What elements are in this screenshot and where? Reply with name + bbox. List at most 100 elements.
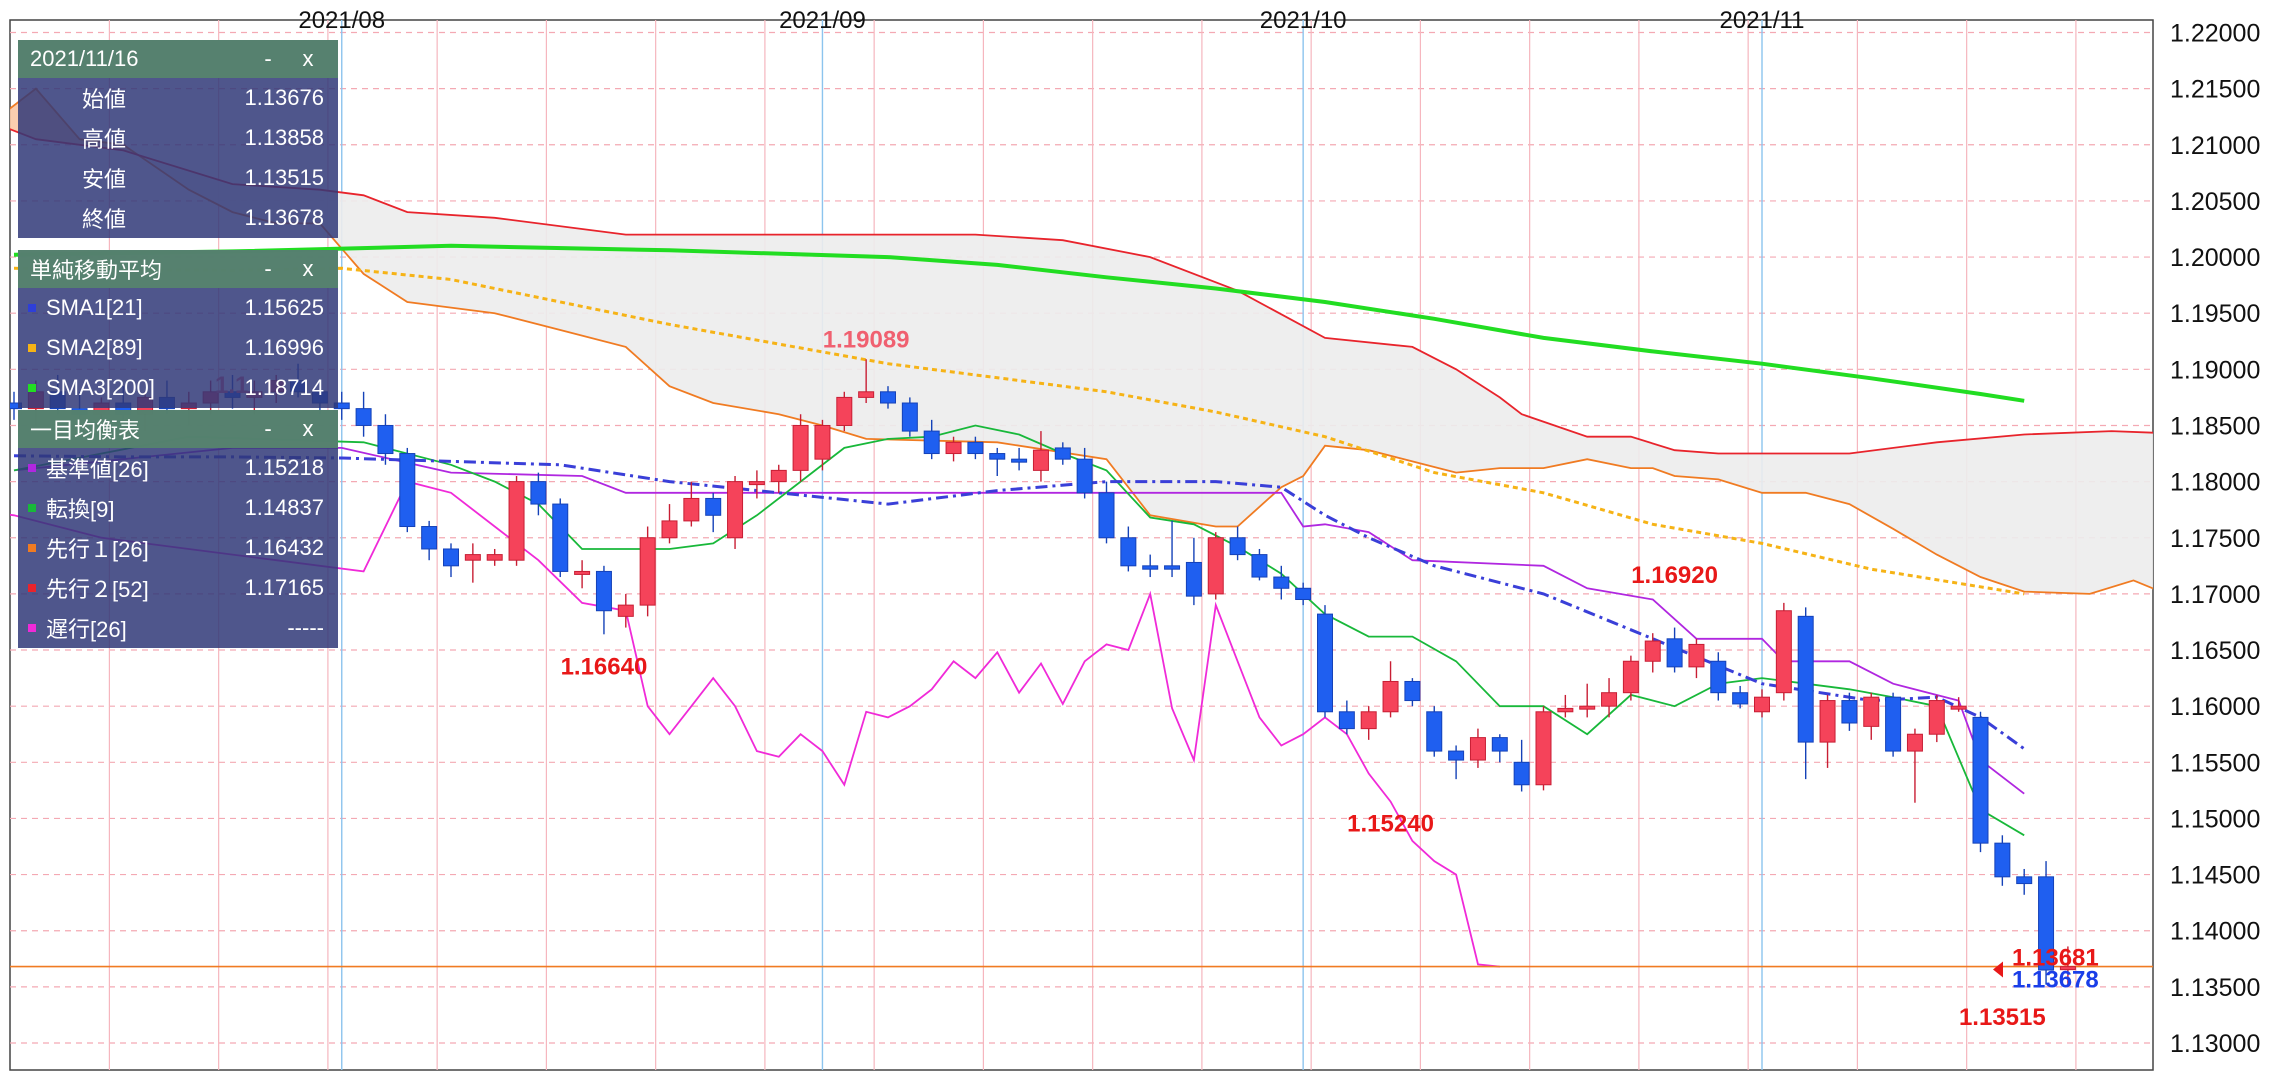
candle[interactable] — [552, 498, 569, 578]
x-month-label: 2021/08 — [298, 7, 385, 34]
panel-row: 遅行[26] ----- — [18, 608, 338, 648]
candle-body — [443, 548, 459, 567]
legend-swatch — [28, 624, 36, 632]
candle[interactable] — [1972, 711, 1989, 853]
candle-body — [836, 396, 853, 426]
panel-row-label: 始値 — [82, 87, 127, 112]
panel-row-value: 1.15625 — [244, 295, 324, 320]
panel-row: SMA1[21] 1.15625 — [18, 288, 338, 328]
candle-body — [1295, 587, 1312, 601]
panel-row-label: SMA1[21] — [46, 295, 143, 320]
candle-body — [552, 503, 569, 572]
candle-body — [486, 554, 503, 561]
candle-body — [1491, 737, 1508, 752]
y-tick-label: 1.20000 — [2170, 244, 2260, 272]
candle-body — [1557, 707, 1574, 713]
panel-row: 終値 1.13678 — [18, 198, 338, 238]
candle[interactable] — [1885, 692, 1902, 757]
y-tick-label: 1.21000 — [2170, 132, 2260, 160]
candle-body — [1906, 733, 1923, 752]
candle[interactable] — [1317, 605, 1333, 718]
y-tick-label: 1.16500 — [2170, 637, 2260, 665]
candle-body — [1448, 750, 1465, 761]
y-tick-label: 1.17500 — [2170, 525, 2260, 553]
ohlc-panel-close-button[interactable]: x — [288, 46, 328, 72]
candle[interactable] — [399, 447, 416, 533]
ichimoku-panel-header: 一目均衡表 - x — [18, 410, 338, 448]
candle-body — [1775, 610, 1792, 694]
candle-body — [1251, 554, 1268, 578]
ichimoku-panel-close-button[interactable]: x — [288, 416, 328, 442]
extreme-annotation: 1.19089 — [823, 326, 910, 353]
panel-row-value: 1.13515 — [244, 165, 324, 190]
candle-body — [1994, 842, 2011, 878]
y-tick-label: 1.18500 — [2170, 412, 2260, 440]
y-tick-label: 1.14500 — [2170, 862, 2260, 890]
candle-body — [1469, 737, 1486, 761]
extreme-annotation: 1.16640 — [561, 653, 648, 680]
legend-swatch — [28, 344, 36, 352]
sma-panel-header: 単純移動平均 - x — [18, 250, 338, 288]
candlestick-chart[interactable]: 1.22000 1.21500 1.21000 1.20500 1.20000 1.195… — [0, 0, 2288, 1080]
candle-body — [508, 481, 525, 561]
candle[interactable] — [1426, 706, 1443, 757]
panel-row: SMA2[89] 1.16996 — [18, 328, 338, 368]
candle-body — [880, 391, 896, 404]
panel-row-label: SMA3[200] — [46, 375, 155, 400]
candle-body — [748, 481, 765, 486]
ichimoku-panel-minimize-button[interactable]: - — [248, 416, 288, 442]
candle[interactable] — [1775, 602, 1792, 701]
candle[interactable] — [836, 391, 853, 432]
panel-row-label: 遅行[26] — [46, 617, 127, 642]
candle-body — [683, 497, 700, 522]
ichimoku-panel: 一目均衡表 - x 基準値[26] 1.15218 転換[9] 1.14837 先行１[… — [18, 410, 338, 648]
candle-body — [1885, 696, 1902, 752]
panel-row: 先行１[26] 1.16432 — [18, 528, 338, 568]
panel-row: 基準値[26] 1.15218 — [18, 448, 338, 488]
legend-swatch — [28, 584, 36, 592]
candle-body — [770, 469, 787, 483]
panel-row-value: ----- — [287, 615, 324, 640]
candle[interactable] — [901, 397, 918, 437]
candle-body — [923, 430, 940, 455]
candle-body — [1972, 716, 1989, 844]
candle-body — [377, 424, 394, 455]
candle-body — [1710, 660, 1727, 694]
panel-row-value: 1.13858 — [244, 125, 324, 150]
candle[interactable] — [727, 475, 744, 549]
sma-panel-close-button[interactable]: x — [288, 256, 328, 282]
candle-body — [1601, 692, 1618, 707]
candle-body — [1382, 680, 1399, 713]
candle-body — [1273, 576, 1290, 589]
candle-body — [1360, 711, 1377, 730]
panel-row-label: 安値 — [82, 167, 127, 192]
candle-body — [1164, 565, 1181, 570]
panel-row-value: 1.13678 — [244, 205, 324, 230]
panel-row-label: 高値 — [82, 127, 127, 152]
candle-body — [1666, 638, 1683, 668]
candle-body — [1317, 613, 1333, 713]
candle-body — [1579, 705, 1596, 710]
panel-row-value: 1.17165 — [244, 575, 324, 600]
x-month-label: 2021/10 — [1260, 7, 1347, 34]
candle[interactable] — [1207, 532, 1224, 600]
ohlc-panel-minimize-button[interactable]: - — [248, 46, 288, 72]
candle-body — [1011, 458, 1028, 463]
ohlc-panel-header: 2021/11/16 - x — [18, 40, 338, 78]
sma-panel-minimize-button[interactable]: - — [248, 256, 288, 282]
candle-body — [595, 570, 612, 612]
candle-body — [1841, 700, 1858, 724]
candle-body — [1732, 692, 1749, 705]
panel-row-label: 先行２[52] — [46, 577, 149, 602]
ohlc-panel-date: 2021/11/16 — [30, 46, 139, 71]
candle[interactable] — [508, 475, 525, 566]
panel-row: 転換[9] 1.14837 — [18, 488, 338, 528]
candle-body — [1928, 700, 1945, 735]
candle[interactable] — [639, 526, 656, 617]
candle[interactable] — [1535, 706, 1552, 791]
panel-row-value: 1.18714 — [244, 375, 324, 400]
candle-body — [1338, 711, 1355, 730]
panel-row-value: 1.16432 — [244, 535, 324, 560]
x-month-label: 2021/09 — [779, 7, 866, 34]
candle-body — [792, 424, 809, 471]
